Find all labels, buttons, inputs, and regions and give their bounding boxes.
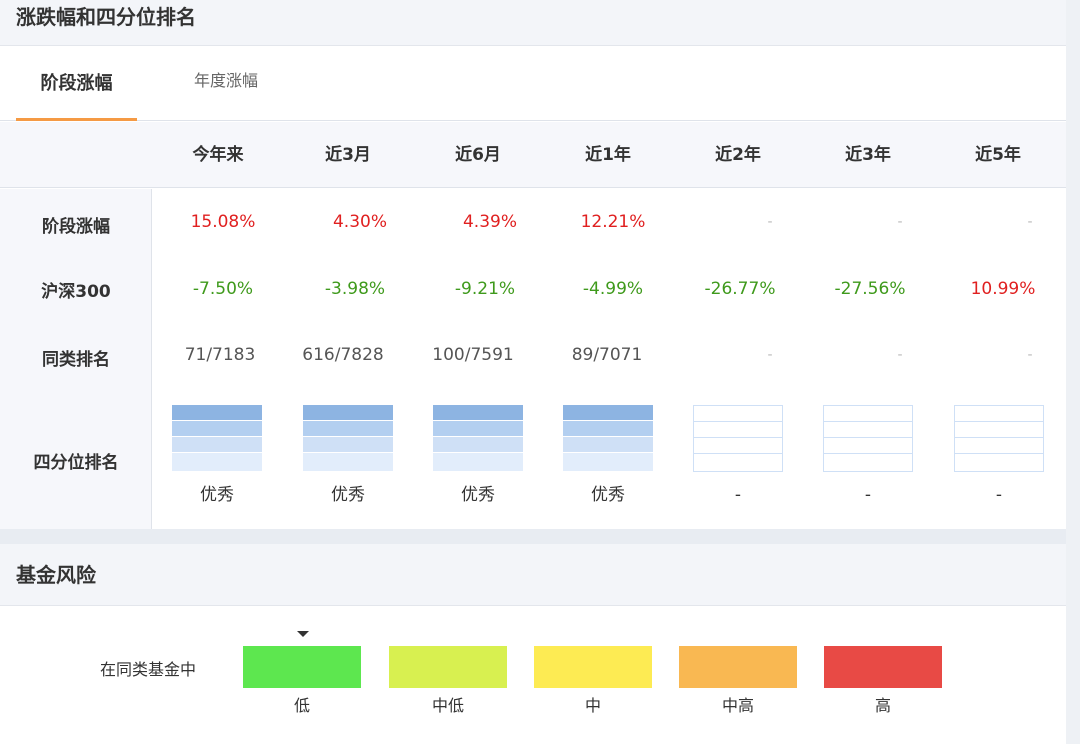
rank-cell: - [897,347,903,363]
risk-title: 基金风险 [0,544,1066,606]
current-level-pointer-icon [297,631,309,637]
tab-annual-return[interactable]: 年度涨幅 [168,46,284,121]
col-6m: 近6月 [455,145,501,165]
column-header-row: 今年来 近3月 近6月 近1年 近2年 近3年 近5年 [0,122,1066,188]
col-3m: 近3月 [325,145,371,165]
period-tabs: 阶段涨幅 年度涨幅 [0,46,1066,121]
col-1y: 近1年 [585,145,631,165]
quartile-label: 优秀 [461,485,495,505]
risk-level-mid-high [679,646,797,688]
stage-return-cell: - [897,214,903,230]
quartile-label: 优秀 [200,485,234,505]
quartile-label: - [734,485,742,505]
hs300-cell: -9.21% [454,279,516,299]
quartile-bar [823,405,913,472]
quartile-label: - [864,485,872,505]
risk-level-label: 中高 [721,696,754,715]
col-5y: 近5年 [975,145,1021,165]
row-label-hs300: 沪深300 [41,282,111,302]
row-labels: 阶段涨幅 沪深300 同类排名 四分位排名 [0,189,152,529]
col-ytd: 今年来 [192,145,244,165]
performance-title: 涨跌幅和四分位排名 [0,0,1066,46]
risk-level-low [243,646,361,688]
row-label-rank: 同类排名 [42,350,110,370]
quartile-label: 优秀 [591,485,625,505]
risk-level-label: 低 [293,696,310,715]
quartile-bar [954,405,1044,472]
quartile-bar [303,405,393,472]
risk-level-high [824,646,942,688]
rank-cell: 71/7183 [184,345,256,365]
page-scrollbar[interactable] [1066,0,1080,744]
stage-return-cell: - [1027,214,1033,230]
hs300-cell: -27.56% [834,279,906,299]
quartile-label: - [995,485,1003,505]
risk-level-label: 高 [874,696,891,715]
stage-return-cell: 4.39% [462,212,517,232]
hs300-cell: -7.50% [192,279,254,299]
hs300-cell: 10.99% [970,279,1036,299]
quartile-bar [693,405,783,472]
rank-cell: - [1027,347,1033,363]
risk-level-label: 中低 [431,696,464,715]
hs300-cell: -4.99% [582,279,644,299]
stage-return-cell: - [767,214,773,230]
stage-return-cell: 12.21% [580,212,646,232]
risk-caption: 在同类基金中 [100,660,197,679]
row-label-quartile: 四分位排名 [33,453,119,473]
quartile-bar [563,405,653,472]
quartile-bar [172,405,262,472]
risk-level-mid [534,646,652,688]
rank-cell: 89/7071 [571,345,643,365]
rank-cell: 616/7828 [302,345,384,365]
row-label-stage: 阶段涨幅 [42,217,110,237]
hs300-cell: -26.77% [704,279,776,299]
stage-return-cell: 15.08% [190,212,256,232]
hs300-cell: -3.98% [324,279,386,299]
col-3y: 近3年 [845,145,891,165]
tab-stage-return[interactable]: 阶段涨幅 [16,46,137,121]
rank-cell: 100/7591 [432,345,514,365]
col-2y: 近2年 [715,145,761,165]
risk-level-mid-low [389,646,507,688]
rank-cell: - [767,347,773,363]
performance-panel: 涨跌幅和四分位排名 阶段涨幅 年度涨幅 今年来 近3月 近6月 近1年 近2年 … [0,0,1066,529]
quartile-label: 优秀 [331,485,365,505]
stage-return-cell: 4.30% [332,212,387,232]
risk-level-label: 中 [584,696,601,715]
quartile-bar [433,405,523,472]
